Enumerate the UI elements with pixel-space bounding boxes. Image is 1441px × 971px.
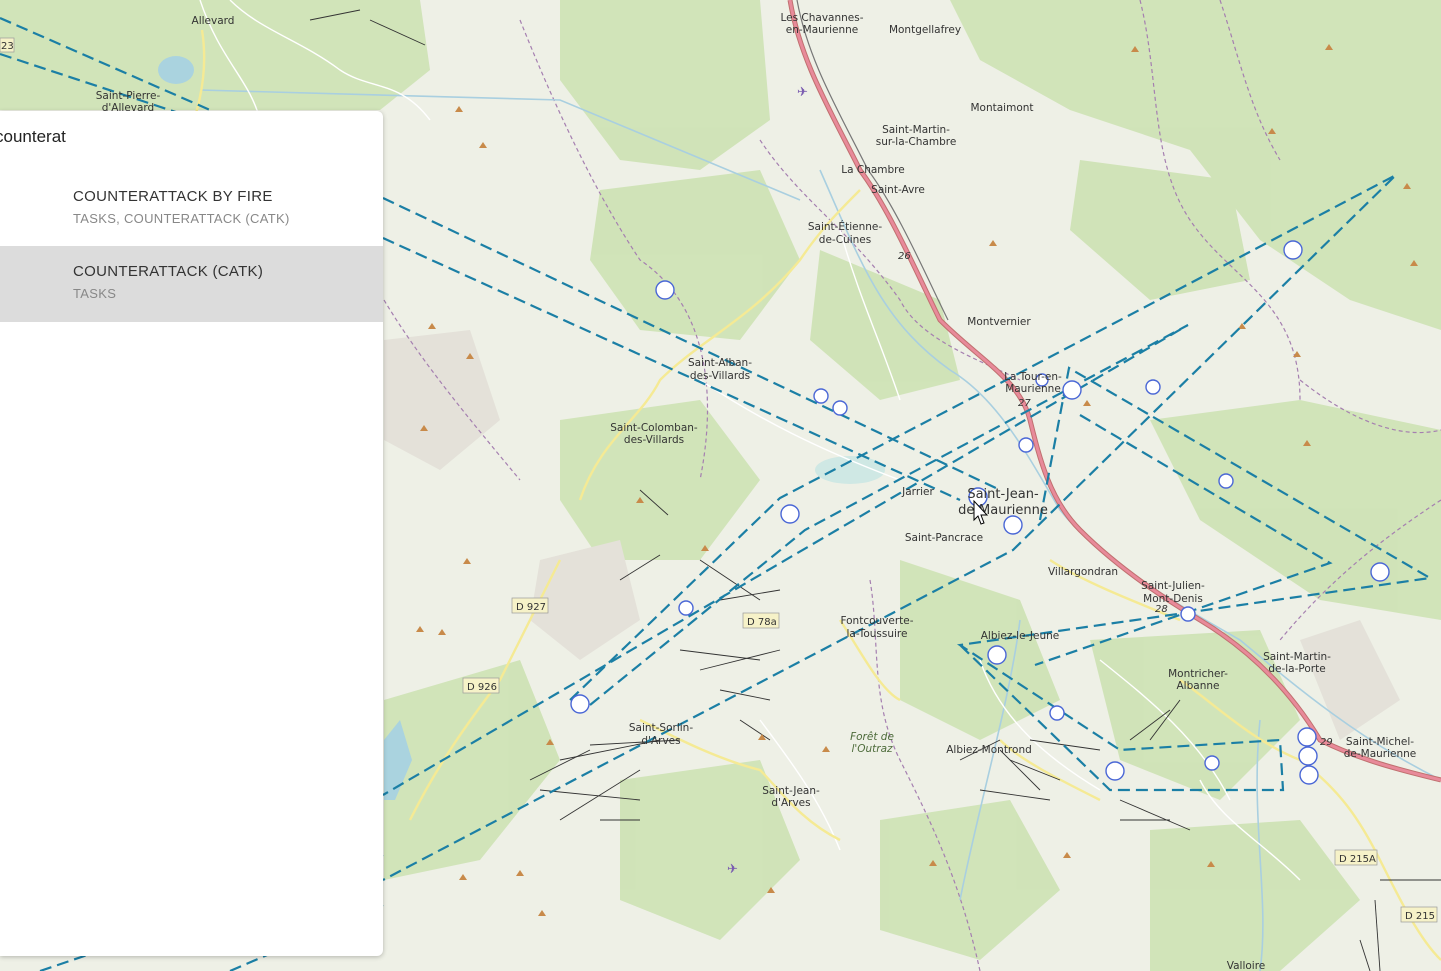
road-label: D 215 [1405,911,1435,922]
road-label: D 78a [747,617,777,628]
place-label: Les Chavannes- [780,12,863,24]
place-label: Saint-Pierre- [96,90,161,102]
road-label: 28 [1155,604,1168,615]
place-label: la-Toussuire [847,628,908,640]
road-label: D 927 [516,602,546,613]
place-label: Fontcouverte- [840,615,913,627]
place-label: sur-la-Chambre [876,136,957,148]
place-label: Saint-Michel- [1346,736,1414,748]
svg-text:✈: ✈ [727,862,738,877]
place-label: des-Villards [624,434,684,446]
result-title: COUNTERATTACK BY FIRE [73,188,273,205]
road-label: 23 [1,41,14,52]
result-subtitle: TASKS [73,286,117,301]
result-title: COUNTERATTACK (CATK) [73,263,264,280]
place-label: La Tour-en- [1004,371,1062,383]
place-label: d'Arves [771,797,810,809]
svg-text:✈: ✈ [797,85,808,100]
place-label: Saint-Jean- [967,487,1039,502]
place-label: de-la-Porte [1268,663,1325,675]
place-label: Montaimont [970,102,1033,114]
road-label: D 215A [1339,854,1376,865]
road-label: 29 [1320,737,1333,748]
place-label: Albiez-le-Jeune [981,630,1060,642]
road-label: 26 [898,251,911,262]
place-label: Maurienne [1005,383,1061,395]
place-label: l'Outraz [851,743,893,755]
place-label: Saint-Sorlin- [629,722,693,734]
place-label: Forêt de [850,731,894,743]
result-subtitle: TASKS, COUNTERATTACK (CATK) [73,211,290,226]
place-label: Valloire [1227,960,1266,971]
place-label: Villargondran [1048,566,1118,578]
place-label: Albanne [1177,680,1220,692]
place-label: Montricher- [1168,668,1228,680]
place-label: Allevard [192,15,235,27]
place-label: de-Maurienne [958,503,1048,518]
place-label: Saint-Martin- [882,124,950,136]
search-result-item-selected[interactable]: COUNTERATTACK (CATK) TASKS [0,246,383,322]
place-label: Albiez-Montrond [946,744,1032,756]
place-label: Montvernier [967,316,1031,328]
search-result-item[interactable]: COUNTERATTACK BY FIRE TASKS, COUNTERATTA… [0,171,383,247]
place-label: Saint-Étienne- [808,220,882,233]
place-label: en-Maurienne [786,24,859,36]
search-panel: COUNTERATTACK BY FIRE TASKS, COUNTERATTA… [0,111,383,956]
place-label: Saint-Colomban- [610,422,698,434]
place-label: de-Cuines [819,234,871,246]
place-label: Saint-Alban- [688,357,752,369]
place-label: des-Villards [690,370,750,382]
place-label: Saint-Jean- [762,785,820,797]
place-label: Saint-Julien- [1141,580,1205,592]
road-label: D 926 [467,682,497,693]
place-label: Mont-Denis [1143,593,1203,605]
place-label: Saint-Pancrace [905,532,983,544]
place-label: Montgellafrey [889,24,961,36]
search-input[interactable] [0,111,360,163]
place-label: Jarrier [901,486,934,498]
place-label: La Chambre [841,164,904,176]
place-label: de-Maurienne [1344,748,1417,760]
road-label: 27 [1018,398,1031,409]
place-label: d'Arves [641,735,680,747]
place-label: Saint-Martin- [1263,651,1331,663]
place-label: Saint-Avre [871,184,925,196]
